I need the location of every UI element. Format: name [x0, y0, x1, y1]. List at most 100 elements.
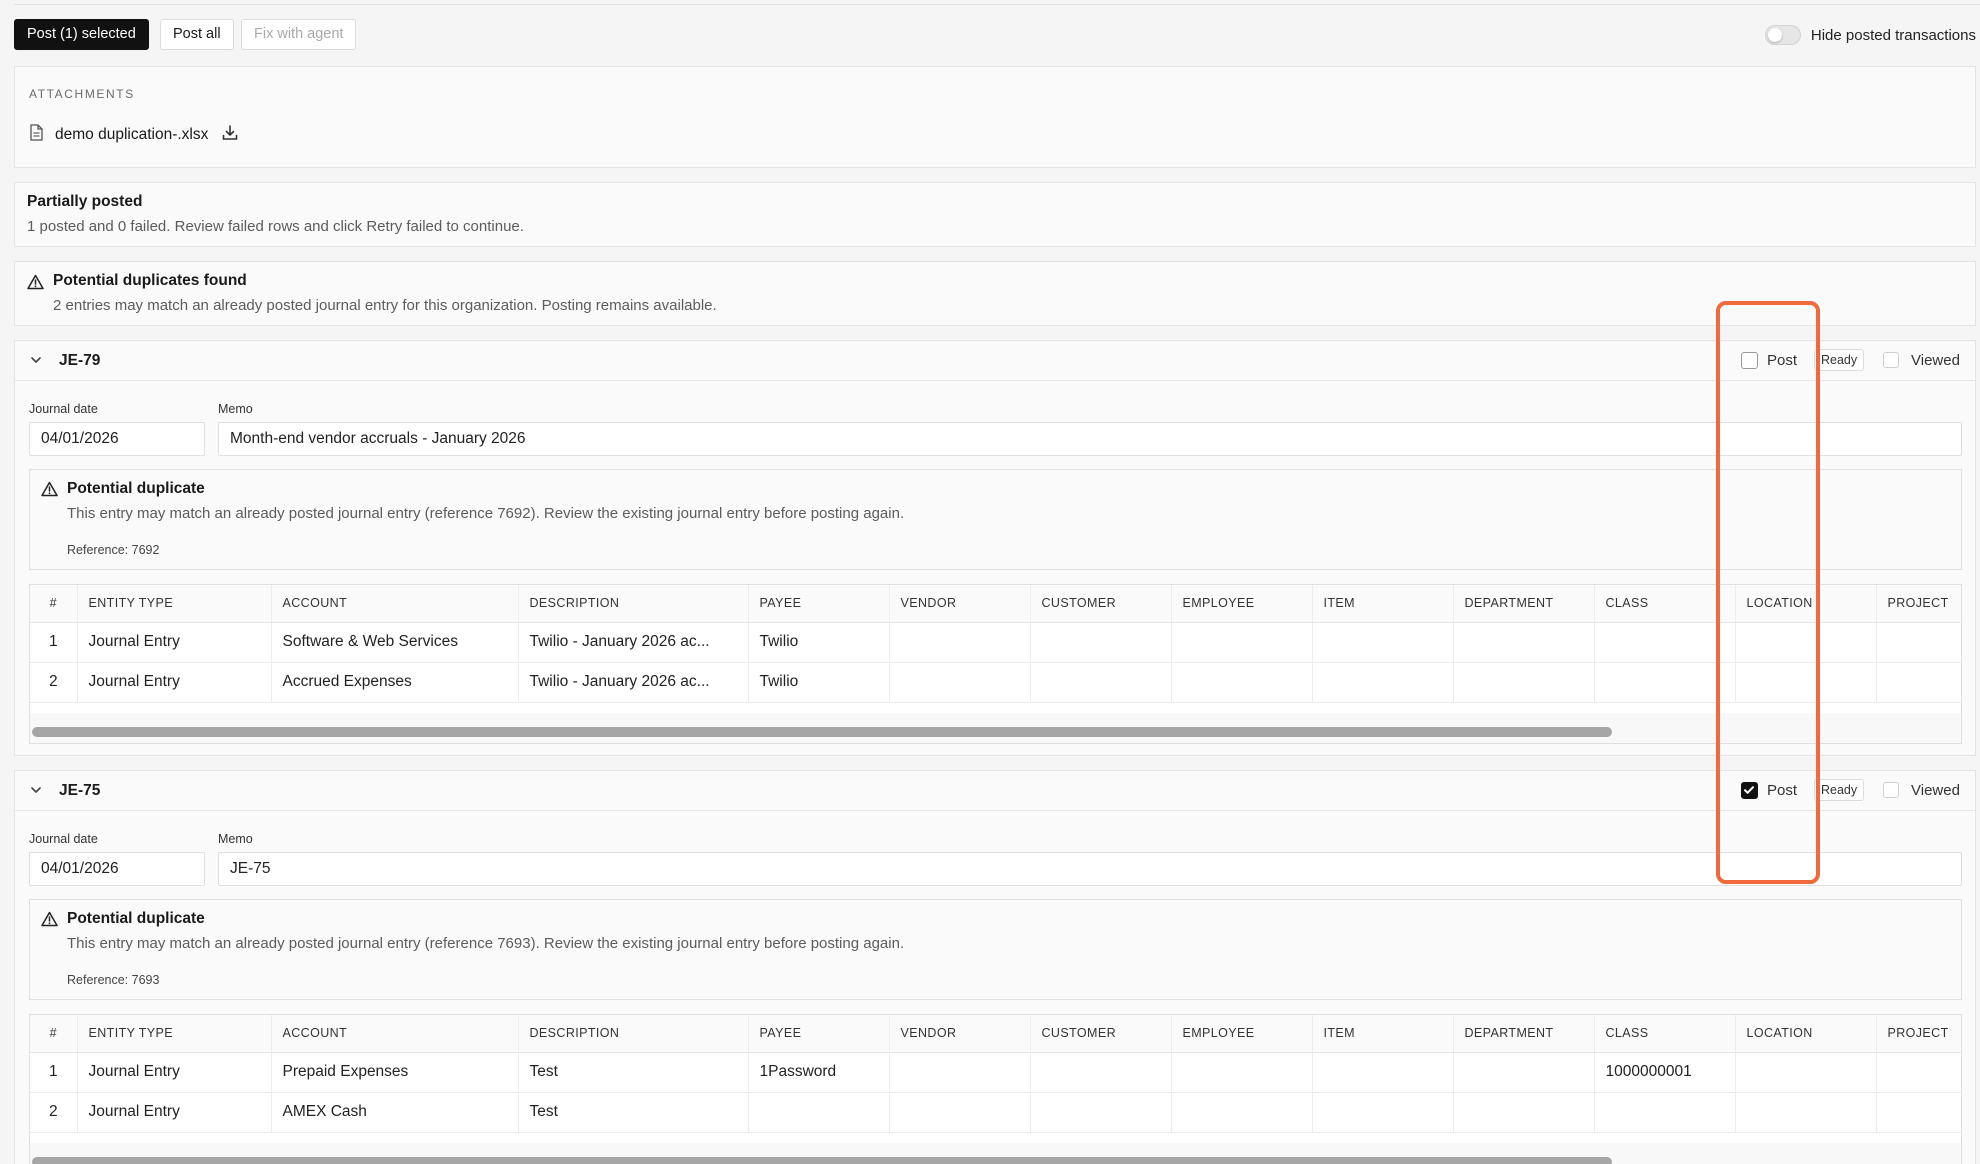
viewed-checkbox[interactable]: [1883, 782, 1899, 798]
memo-input[interactable]: Month-end vendor accruals - January 2026: [218, 422, 1962, 456]
column-header: CLASS: [1594, 1015, 1736, 1053]
table-cell[interactable]: 1000000001: [1594, 1052, 1736, 1093]
post-all-button[interactable]: Post all: [160, 19, 234, 50]
table-cell[interactable]: Twilio - January 2026 ac...: [518, 662, 749, 703]
column-header: VENDOR: [889, 585, 1031, 623]
table-cell[interactable]: [1876, 1052, 1961, 1093]
table-cell[interactable]: Test: [518, 1052, 749, 1093]
post-checkbox-label[interactable]: Post: [1767, 782, 1797, 799]
scrollbar-thumb[interactable]: [32, 727, 1612, 737]
table-cell[interactable]: Test: [518, 1092, 749, 1133]
hide-posted-toggle[interactable]: [1764, 25, 1801, 45]
horizontal-scrollbar[interactable]: [30, 713, 1961, 743]
download-icon[interactable]: [222, 124, 238, 146]
table-cell[interactable]: [1171, 622, 1313, 663]
duplicate-reference: Reference: 7693: [67, 973, 160, 987]
scrollbar-thumb[interactable]: [32, 1157, 1612, 1164]
table-cell[interactable]: [1453, 622, 1595, 663]
table-cell[interactable]: Journal Entry: [77, 622, 272, 663]
table-cell[interactable]: 1Password: [748, 1052, 890, 1093]
horizontal-scrollbar[interactable]: [30, 1143, 1961, 1164]
viewed-checkbox[interactable]: [1883, 352, 1899, 368]
column-header: ENTITY TYPE: [77, 585, 272, 623]
table-cell[interactable]: Journal Entry: [77, 1052, 272, 1093]
table-cell[interactable]: [1312, 1052, 1454, 1093]
journal-date-input[interactable]: 04/01/2026: [29, 422, 205, 456]
table-cell[interactable]: Twilio - January 2026 ac...: [518, 622, 749, 663]
table-cell[interactable]: [1594, 662, 1736, 703]
post-checkbox[interactable]: [1741, 782, 1758, 799]
table-cell[interactable]: [1312, 662, 1454, 703]
table-row[interactable]: 1 Journal Entry Prepaid Expenses Test 1Passw…: [30, 1052, 1961, 1093]
table-cell[interactable]: Accrued Expenses: [271, 662, 519, 703]
table-cell[interactable]: [1453, 1092, 1595, 1133]
table-cell[interactable]: [1876, 662, 1961, 703]
post-checkbox-label[interactable]: Post: [1767, 352, 1797, 369]
table-cell[interactable]: Prepaid Expenses: [271, 1052, 519, 1093]
journal-entry-id: JE-75: [59, 782, 101, 799]
table-cell[interactable]: [1030, 662, 1172, 703]
post-selected-button[interactable]: Post (1) selected: [14, 19, 149, 50]
table-cell[interactable]: [1312, 622, 1454, 663]
table-cell[interactable]: [1171, 1052, 1313, 1093]
table-cell[interactable]: Journal Entry: [77, 662, 272, 703]
column-header: PAYEE: [748, 1015, 890, 1053]
column-header: EMPLOYEE: [1171, 1015, 1313, 1053]
table-cell[interactable]: [1876, 1092, 1961, 1133]
table-cell[interactable]: 2: [30, 1092, 78, 1133]
duplicate-title: Potential duplicate: [67, 910, 205, 927]
column-header: VENDOR: [889, 1015, 1031, 1053]
memo-input[interactable]: JE-75: [218, 852, 1962, 886]
table-cell[interactable]: [1453, 1052, 1595, 1093]
chevron-down-icon[interactable]: [29, 783, 43, 801]
table-cell[interactable]: [889, 662, 1031, 703]
hide-posted-toggle-group: Hide posted transactions: [1764, 23, 1976, 47]
duplicates-banner: Potential duplicates found 2 entries may…: [14, 261, 1976, 326]
table-cell[interactable]: [1030, 1052, 1172, 1093]
table-cell[interactable]: Software & Web Services: [271, 622, 519, 663]
table-cell[interactable]: [889, 1052, 1031, 1093]
table-cell[interactable]: [1171, 662, 1313, 703]
attachment-file-name[interactable]: demo duplication-.xlsx: [55, 126, 208, 144]
journal-date-input[interactable]: 04/01/2026: [29, 852, 205, 886]
table-cell[interactable]: [1594, 622, 1736, 663]
table-row[interactable]: 2 Journal Entry AMEX Cash Test: [30, 1092, 1961, 1133]
table-cell[interactable]: [1735, 1052, 1877, 1093]
table-cell[interactable]: 1: [30, 622, 78, 663]
table-row[interactable]: 1 Journal Entry Software & Web Services Twi…: [30, 622, 1961, 663]
table-cell[interactable]: 1: [30, 1052, 78, 1093]
table-cell[interactable]: Twilio: [748, 662, 890, 703]
table-cell[interactable]: Journal Entry: [77, 1092, 272, 1133]
viewed-checkbox-label[interactable]: Viewed: [1911, 782, 1960, 799]
table-cell[interactable]: AMEX Cash: [271, 1092, 519, 1133]
table-cell[interactable]: [748, 1092, 890, 1133]
table-cell[interactable]: [1735, 1092, 1877, 1133]
potential-duplicate-box: Potential duplicate This entry may match…: [29, 469, 1962, 570]
journal-entry-header: JE-75 Post Ready Viewed: [15, 771, 1975, 811]
table-row[interactable]: 2 Journal Entry Accrued Expenses Twilio - J…: [30, 662, 1961, 703]
chevron-down-icon[interactable]: [29, 353, 43, 371]
table-cell[interactable]: [1594, 1092, 1736, 1133]
attachment-item[interactable]: demo duplication-.xlsx: [29, 124, 238, 146]
table-cell[interactable]: 2: [30, 662, 78, 703]
column-header: DESCRIPTION: [518, 585, 749, 623]
table-cell[interactable]: [889, 1092, 1031, 1133]
viewed-checkbox-label[interactable]: Viewed: [1911, 352, 1960, 369]
status-badge: Ready: [1814, 349, 1865, 371]
table-cell[interactable]: [1876, 622, 1961, 663]
table-cell[interactable]: [1735, 662, 1877, 703]
table-cell[interactable]: [1171, 1092, 1313, 1133]
table-cell[interactable]: [889, 622, 1031, 663]
table-cell[interactable]: [1735, 622, 1877, 663]
post-checkbox[interactable]: [1741, 352, 1758, 369]
warning-icon: [27, 274, 44, 294]
table-cell[interactable]: [1030, 622, 1172, 663]
table-cell[interactable]: [1312, 1092, 1454, 1133]
column-header: CUSTOMER: [1030, 1015, 1172, 1053]
table-cell[interactable]: Twilio: [748, 622, 890, 663]
attachments-title: ATTACHMENTS: [29, 87, 135, 101]
table-cell[interactable]: [1030, 1092, 1172, 1133]
table-cell[interactable]: [1453, 662, 1595, 703]
duplicate-message: This entry may match an already posted j…: [67, 505, 905, 522]
fix-with-agent-button[interactable]: Fix with agent: [241, 19, 357, 50]
